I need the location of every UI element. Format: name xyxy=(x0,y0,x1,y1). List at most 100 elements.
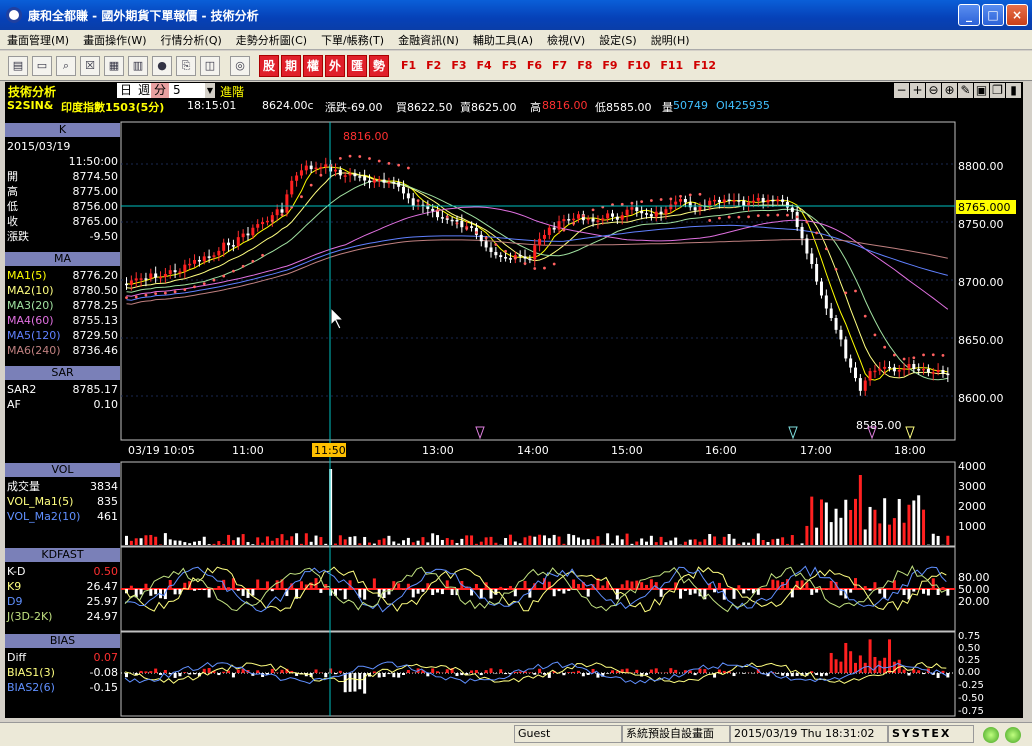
futures-button[interactable]: 期 xyxy=(281,54,301,77)
fkey-f1[interactable]: F1 xyxy=(401,59,416,72)
fkey-f9[interactable]: F9 xyxy=(602,59,617,72)
sar-dot xyxy=(718,216,721,220)
status-bar: Guest 系統預設自設畫面 2015/03/19 Thu 18:31:02 S… xyxy=(0,722,1032,746)
candle-body xyxy=(538,238,542,246)
fkey-f3[interactable]: F3 xyxy=(451,59,466,72)
close-window-icon[interactable]: ☒ xyxy=(80,55,100,76)
sar-dot xyxy=(309,183,313,187)
bias-bar xyxy=(455,673,459,677)
candle-body xyxy=(333,169,337,172)
menu-settings[interactable]: 設定(S) xyxy=(592,32,644,48)
sar-dot xyxy=(795,215,799,219)
bias-bar xyxy=(849,651,853,673)
candle-body xyxy=(197,260,201,262)
volume-bar xyxy=(513,541,517,545)
layout-icon[interactable]: ▤ xyxy=(8,55,28,76)
sar-dot xyxy=(436,209,439,212)
volume-bar xyxy=(615,535,619,545)
candle-body xyxy=(635,207,639,212)
signal-marker-4 xyxy=(905,426,915,440)
close-button[interactable]: × xyxy=(1006,4,1028,26)
sar-dot xyxy=(640,200,644,204)
search-icon[interactable]: ⌕ xyxy=(56,55,76,76)
brand-logo-icon[interactable]: ◎ xyxy=(230,55,250,76)
options-button[interactable]: 權 xyxy=(303,54,323,77)
trend-button[interactable]: 勢 xyxy=(369,54,389,77)
fkey-f8[interactable]: F8 xyxy=(577,59,592,72)
menu-help[interactable]: 說明(H) xyxy=(644,32,697,48)
sar-dot xyxy=(222,274,226,278)
sar-dot xyxy=(844,291,848,295)
volume-bar xyxy=(659,536,663,545)
fkey-f11[interactable]: F11 xyxy=(660,59,683,72)
menu-screen-operate[interactable]: 畫面操作(W) xyxy=(76,32,153,48)
fkey-f6[interactable]: F6 xyxy=(527,59,542,72)
bias-bar xyxy=(649,669,653,673)
menu-screen-manage[interactable]: 畫面管理(M) xyxy=(0,32,76,48)
kd-bar xyxy=(479,589,483,598)
monitor-icon[interactable]: ▭ xyxy=(32,55,52,76)
kd-bar xyxy=(805,582,809,589)
forex-button[interactable]: 匯 xyxy=(347,54,367,77)
volume-bar xyxy=(445,538,449,545)
stock-button[interactable]: 股 xyxy=(259,54,279,77)
link-icon[interactable]: ⎘ xyxy=(176,55,196,76)
candle-body xyxy=(290,180,294,195)
volume-bar xyxy=(849,509,853,545)
menu-order-account[interactable]: 下單/帳務(T) xyxy=(314,32,391,48)
candle-body xyxy=(815,264,819,282)
minimize-button[interactable]: _ xyxy=(958,4,980,26)
fkey-f2[interactable]: F2 xyxy=(426,59,441,72)
fkey-f5[interactable]: F5 xyxy=(502,59,517,72)
low-price-marker: 8585.00 xyxy=(856,419,902,432)
volume-bar xyxy=(406,537,410,545)
bias-bar xyxy=(499,669,503,673)
calculator-icon[interactable]: ▦ xyxy=(104,55,124,76)
candle-body xyxy=(168,270,172,274)
bias-bar xyxy=(270,668,274,673)
candle-body xyxy=(508,258,512,260)
sar-dot xyxy=(941,353,945,357)
volume-bar xyxy=(163,533,167,545)
candle-body xyxy=(557,221,561,230)
menu-view[interactable]: 檢視(V) xyxy=(540,32,592,48)
candle-body xyxy=(761,197,765,203)
bias-bar xyxy=(474,670,478,673)
table-icon[interactable]: ▥ xyxy=(128,55,148,76)
bias-bar xyxy=(863,662,867,673)
volume-bar xyxy=(270,540,274,545)
volume-bar xyxy=(528,535,532,545)
fkey-f12[interactable]: F12 xyxy=(693,59,716,72)
bias-bar xyxy=(358,673,362,690)
bias-bar xyxy=(917,670,921,673)
coin-icon[interactable]: ● xyxy=(152,55,172,76)
maximize-button[interactable]: □ xyxy=(982,4,1004,26)
volume-bar xyxy=(265,536,269,545)
volume-bar xyxy=(484,537,488,545)
sar-dot xyxy=(815,231,819,235)
menu-quote-analysis[interactable]: 行情分析(Q) xyxy=(154,32,229,48)
volume-bar xyxy=(368,542,371,545)
time-label-2: 11:50 xyxy=(314,444,346,457)
menu-financial-info[interactable]: 金融資訊(N) xyxy=(391,32,466,48)
bias-bar xyxy=(538,668,542,673)
menu-tools[interactable]: 輔助工具(A) xyxy=(466,32,540,48)
bias-bar xyxy=(645,673,649,676)
volume-bar xyxy=(319,537,323,545)
fkey-f4[interactable]: F4 xyxy=(477,59,492,72)
candle-body xyxy=(868,371,872,381)
menu-trend-chart[interactable]: 走勢分析圖(C) xyxy=(229,32,314,48)
fkey-f7[interactable]: F7 xyxy=(552,59,567,72)
volume-bar xyxy=(776,538,780,545)
sar-dot xyxy=(504,249,507,253)
bias-bar xyxy=(513,671,517,673)
volume-bar xyxy=(275,538,279,545)
volume-bar xyxy=(888,524,892,545)
candle-body xyxy=(528,258,532,261)
fkey-f10[interactable]: F10 xyxy=(628,59,651,72)
technical-chart[interactable]: 8816.00 8585.00 8800.00 8750.00 8700.00 … xyxy=(5,82,1023,718)
sar-dot xyxy=(776,213,780,217)
volume-bar xyxy=(839,517,843,545)
foreign-button[interactable]: 外 xyxy=(325,54,345,77)
chart-window-icon[interactable]: ◫ xyxy=(200,55,220,76)
